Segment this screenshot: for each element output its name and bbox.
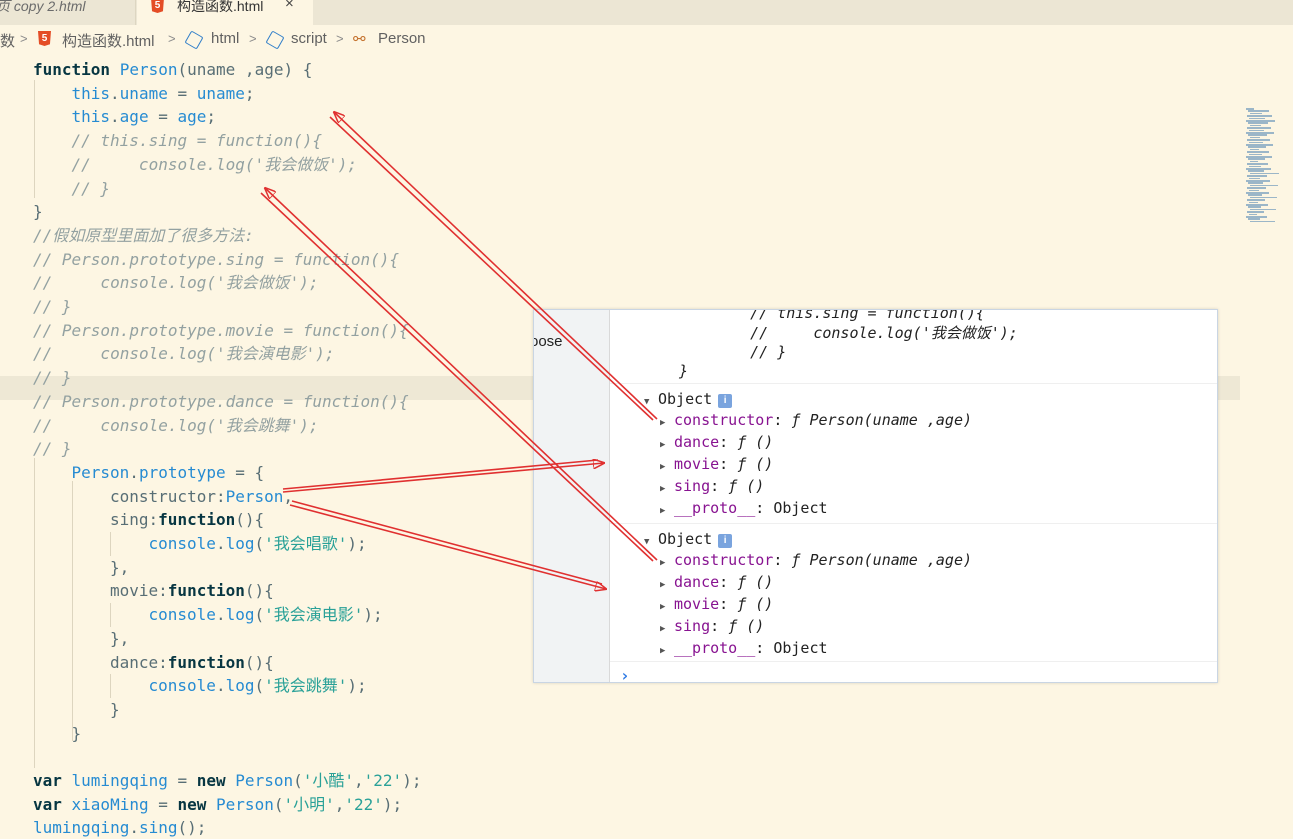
arrow-constructor-2 <box>265 188 658 561</box>
arrow-constructor-1 <box>334 112 658 420</box>
arrow-prototype-1 <box>282 463 604 493</box>
annotation-arrows <box>260 0 658 830</box>
arrow-prototype-2 <box>289 504 606 589</box>
